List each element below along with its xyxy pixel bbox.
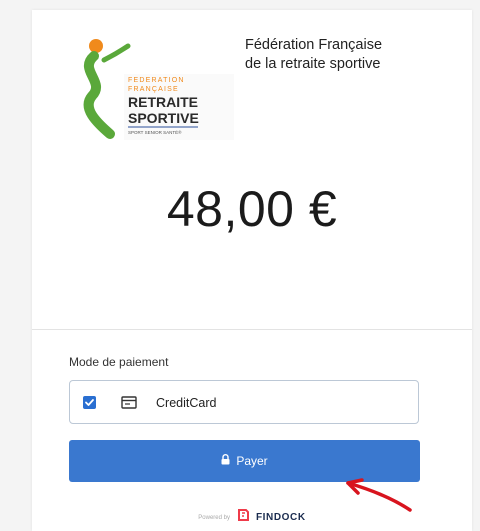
annotation-arrow [332,468,422,523]
credit-card-icon [121,396,137,414]
organization-name: Fédération Française de la retraite spor… [245,36,445,74]
logo-tagline: SPORT SENIOR SANTÉ® [128,129,182,135]
pay-button-label: Payer [236,454,268,468]
organization-name-line2: de la retraite sportive [245,56,381,72]
logo-line4: SPORTIVE [128,110,199,126]
ffrs-logo: FEDERATION FRANÇAISE RETRAITE SPORTIVE S… [76,30,236,140]
lock-icon [221,454,230,468]
logo-line3: RETRAITE [128,94,198,110]
payment-card: FEDERATION FRANÇAISE RETRAITE SPORTIVE S… [32,10,472,531]
payment-mode-label: Mode de paiement [69,355,169,369]
logo-line2: FRANÇAISE [128,86,179,93]
organization-name-line1: Fédération Française [245,37,383,53]
divider [32,329,472,330]
findock-logo-icon [236,508,250,527]
payment-amount: 48,00 € [166,181,338,237]
payment-method-name: CreditCard [156,396,217,410]
logo-line1: FEDERATION [128,77,185,84]
checkbox-checked-icon[interactable] [83,396,96,409]
findock-brand: FINDOCK [255,512,306,523]
powered-by-text: Powered by [198,514,230,521]
payment-method-option[interactable]: CreditCard [69,380,419,424]
